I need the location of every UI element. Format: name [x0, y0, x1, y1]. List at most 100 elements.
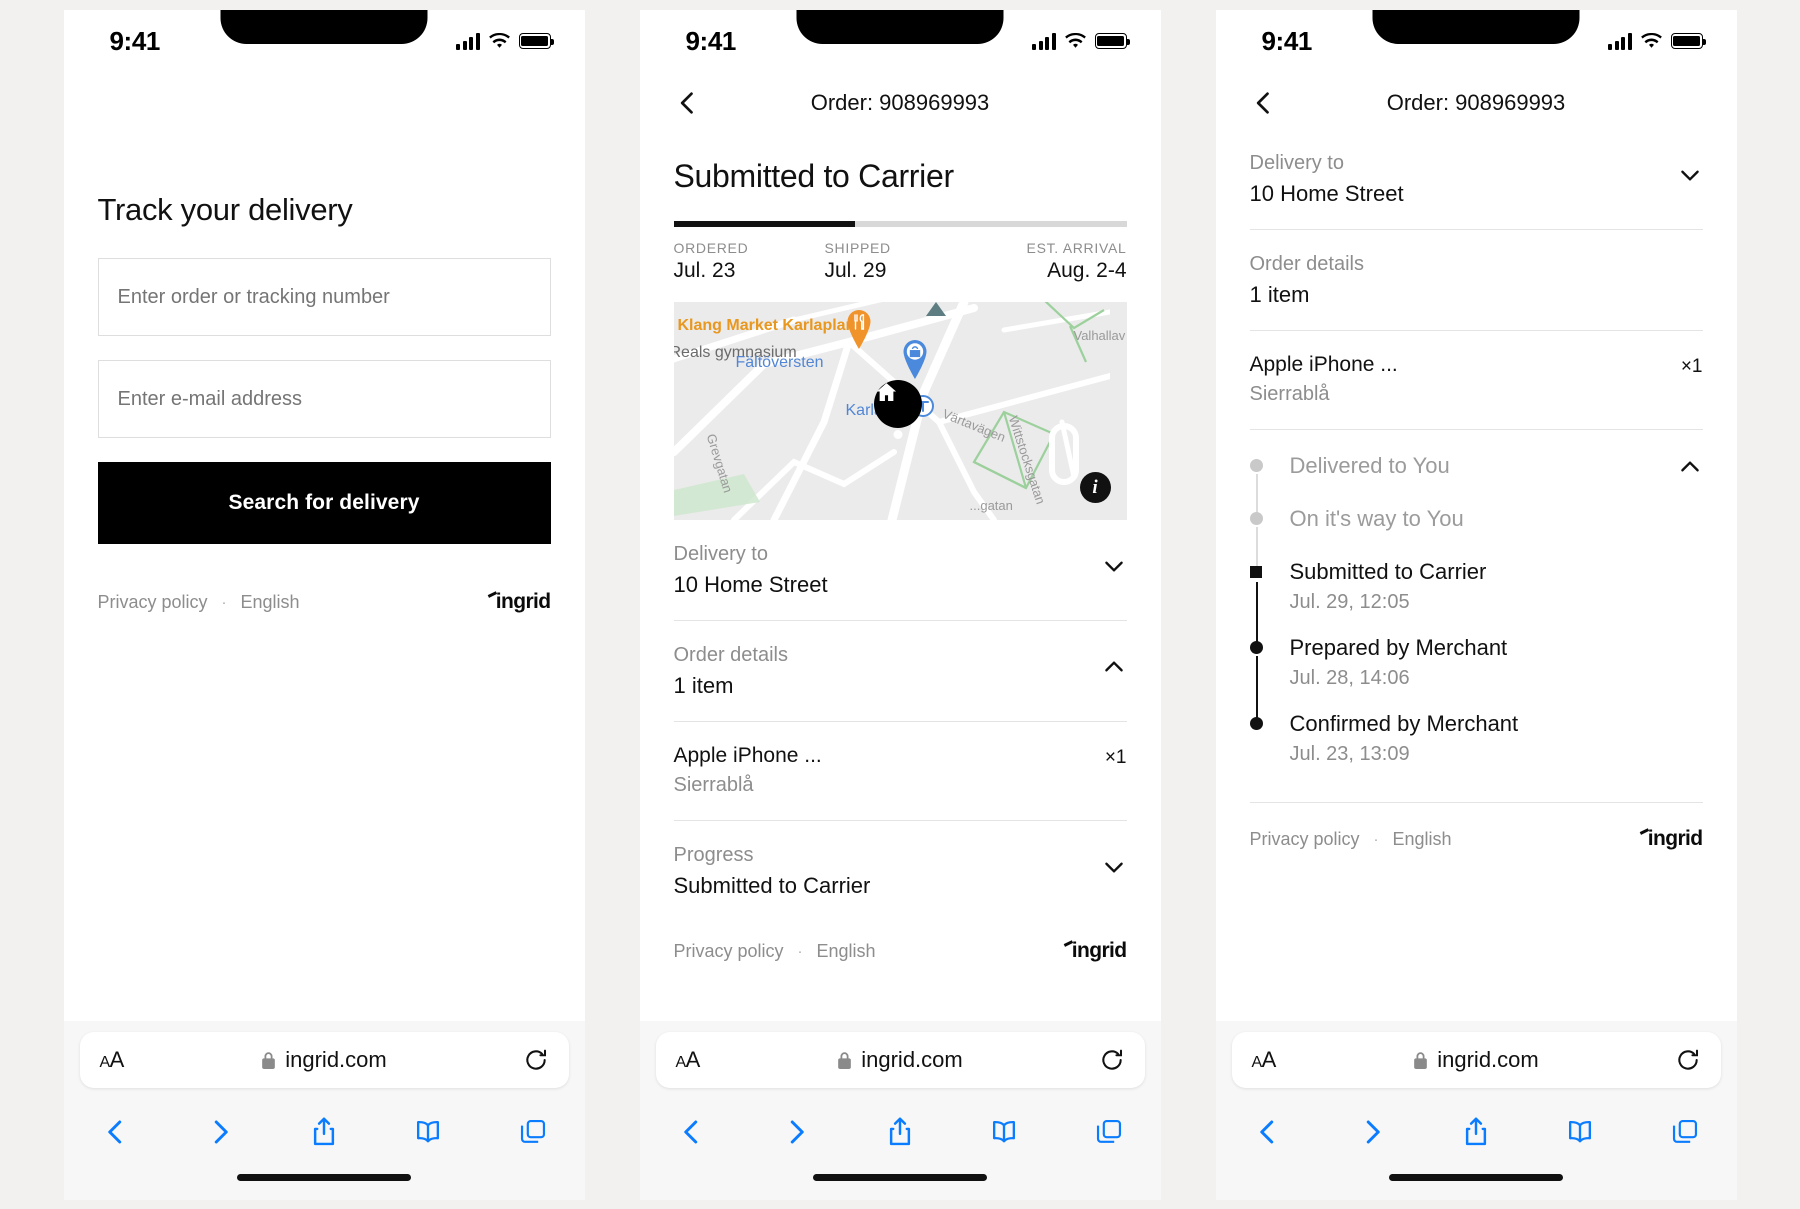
search-for-delivery-button[interactable]: Search for delivery	[97, 462, 551, 544]
progress-fill	[673, 221, 855, 227]
delivery-progress-bar	[673, 221, 1127, 227]
chevron-down-icon[interactable]	[1101, 854, 1127, 880]
address-bar[interactable]: AA ingrid.com	[655, 1032, 1145, 1088]
address-bar[interactable]: AA ingrid.com	[1231, 1032, 1721, 1088]
timeline-marker-pending	[1249, 512, 1263, 525]
shop-pin-icon	[900, 340, 930, 380]
item-variant: Sierrablå	[673, 774, 754, 796]
language-selector[interactable]: English	[1393, 829, 1452, 850]
map-label-valhallavagen: Valhallav	[1073, 328, 1126, 343]
delivery-to-section[interactable]: Delivery to 10 Home Street	[1249, 134, 1703, 230]
delivery-map[interactable]: Klang Market Karlaplan Reals gymnasium F…	[673, 302, 1127, 520]
back-icon[interactable]	[674, 1114, 710, 1150]
url-text: ingrid.com	[861, 1047, 963, 1072]
status-bar-clock: 9:41	[685, 25, 737, 56]
back-chevron-icon[interactable]	[1250, 89, 1278, 117]
order-number-input[interactable]	[97, 258, 551, 336]
email-input[interactable]	[97, 360, 551, 438]
language-selector[interactable]: English	[817, 941, 876, 962]
home-indicator	[640, 1170, 1161, 1200]
forward-icon[interactable]	[778, 1114, 814, 1150]
privacy-policy-link[interactable]: Privacy policy	[98, 592, 208, 613]
address-bar[interactable]: AA ingrid.com	[79, 1032, 569, 1088]
delivery-to-section[interactable]: Delivery to 10 Home Street	[673, 520, 1127, 621]
tabs-icon[interactable]	[1091, 1114, 1127, 1150]
milestone-label: ORDERED	[673, 240, 749, 256]
back-icon[interactable]	[98, 1114, 134, 1150]
section-value: 1 item	[1249, 282, 1310, 307]
status-bar: 9:41	[64, 10, 585, 72]
order-details-section[interactable]: Order details 1 item	[673, 621, 1127, 722]
share-icon[interactable]	[306, 1114, 342, 1150]
order-number-label: Order: 908969993	[810, 90, 990, 115]
map-info-button[interactable]: i	[1079, 472, 1111, 503]
progress-timeline-header[interactable]: Delivered to You On it's way to You Subm…	[1249, 430, 1703, 776]
status-bar: 9:41	[1216, 10, 1737, 72]
language-selector[interactable]: English	[241, 592, 300, 613]
order-details-section[interactable]: Order details 1 item	[1249, 230, 1703, 331]
chevron-up-icon[interactable]	[1101, 654, 1127, 680]
battery-icon	[1670, 33, 1706, 49]
safari-chrome: AA ingrid.com	[639, 1021, 1161, 1200]
reload-icon[interactable]	[1675, 1047, 1701, 1073]
item-name: Apple iPhone ...	[673, 744, 822, 767]
privacy-policy-link[interactable]: Privacy policy	[1250, 829, 1360, 850]
cellular-signal-icon	[1608, 32, 1632, 50]
back-chevron-icon[interactable]	[674, 89, 702, 117]
tabs-icon[interactable]	[515, 1114, 551, 1150]
text-size-icon[interactable]: AA	[100, 1047, 125, 1073]
notch	[1372, 10, 1580, 44]
status-bar: 9:41	[640, 10, 1161, 72]
text-size-icon[interactable]: AA	[676, 1047, 701, 1073]
timeline-connector	[1255, 656, 1258, 718]
page-footer: Privacy policy · English ingrid	[1249, 802, 1703, 851]
order-item-row: Apple iPhone ... Sierrablå ×1	[673, 722, 1127, 821]
cellular-signal-icon	[1032, 32, 1056, 50]
chevron-down-icon[interactable]	[1101, 553, 1127, 579]
progress-section[interactable]: Progress Submitted to Carrier	[674, 821, 1127, 921]
section-label: Delivery to	[673, 543, 768, 565]
book-icon[interactable]	[410, 1114, 446, 1150]
share-icon[interactable]	[1458, 1114, 1494, 1150]
text-size-icon[interactable]: AA	[1252, 1047, 1277, 1073]
item-quantity: ×1	[1680, 356, 1703, 377]
footer-separator: ·	[221, 593, 227, 611]
milestone-label: EST. ARRIVAL	[1026, 240, 1127, 256]
milestone-row: ORDERED Jul. 23 SHIPPED Jul. 29 EST. ARR…	[674, 240, 1127, 283]
tabs-icon[interactable]	[1667, 1114, 1703, 1150]
order-item-row: Apple iPhone ... Sierrablå ×1	[1249, 331, 1703, 430]
reload-icon[interactable]	[1099, 1047, 1125, 1073]
battery-icon	[518, 33, 554, 49]
home-indicator	[64, 1170, 585, 1200]
chevron-up-icon[interactable]	[1677, 454, 1703, 480]
timeline-item: Confirmed by Merchant Jul. 23, 13:09	[1249, 710, 1677, 776]
privacy-policy-link[interactable]: Privacy policy	[674, 941, 784, 962]
timeline-item: On it's way to You	[1249, 505, 1677, 566]
chevron-down-icon[interactable]	[1677, 162, 1703, 188]
milestone-est-arrival: EST. ARRIVAL Aug. 2-4	[976, 240, 1127, 283]
reload-icon[interactable]	[523, 1047, 549, 1073]
section-label: Progress	[673, 844, 754, 866]
delivery-status-title: Submitted to Carrier	[673, 158, 955, 194]
back-icon[interactable]	[1250, 1114, 1286, 1150]
timeline-date: Jul. 29, 12:05	[1289, 590, 1410, 613]
forward-icon[interactable]	[1354, 1114, 1390, 1150]
timeline-item: Submitted to Carrier Jul. 29, 12:05	[1249, 558, 1677, 642]
safari-toolbar	[64, 1094, 585, 1170]
timeline-item: Prepared by Merchant Jul. 28, 14:06	[1249, 634, 1677, 718]
order-progress-page: Delivery to 10 Home Street Order details…	[1216, 134, 1737, 1021]
home-indicator	[1216, 1170, 1737, 1200]
book-icon[interactable]	[1562, 1114, 1598, 1150]
notch	[796, 10, 1004, 44]
timeline-marker-done	[1249, 641, 1263, 654]
wifi-icon	[1064, 32, 1087, 50]
footer-separator: ·	[1373, 830, 1379, 848]
status-bar-clock: 9:41	[109, 25, 161, 56]
book-icon[interactable]	[986, 1114, 1022, 1150]
forward-icon[interactable]	[202, 1114, 238, 1150]
lock-icon	[1414, 1051, 1428, 1069]
wifi-icon	[1640, 32, 1663, 50]
url-text: ingrid.com	[1437, 1047, 1539, 1072]
notch	[220, 10, 428, 44]
share-icon[interactable]	[882, 1114, 918, 1150]
